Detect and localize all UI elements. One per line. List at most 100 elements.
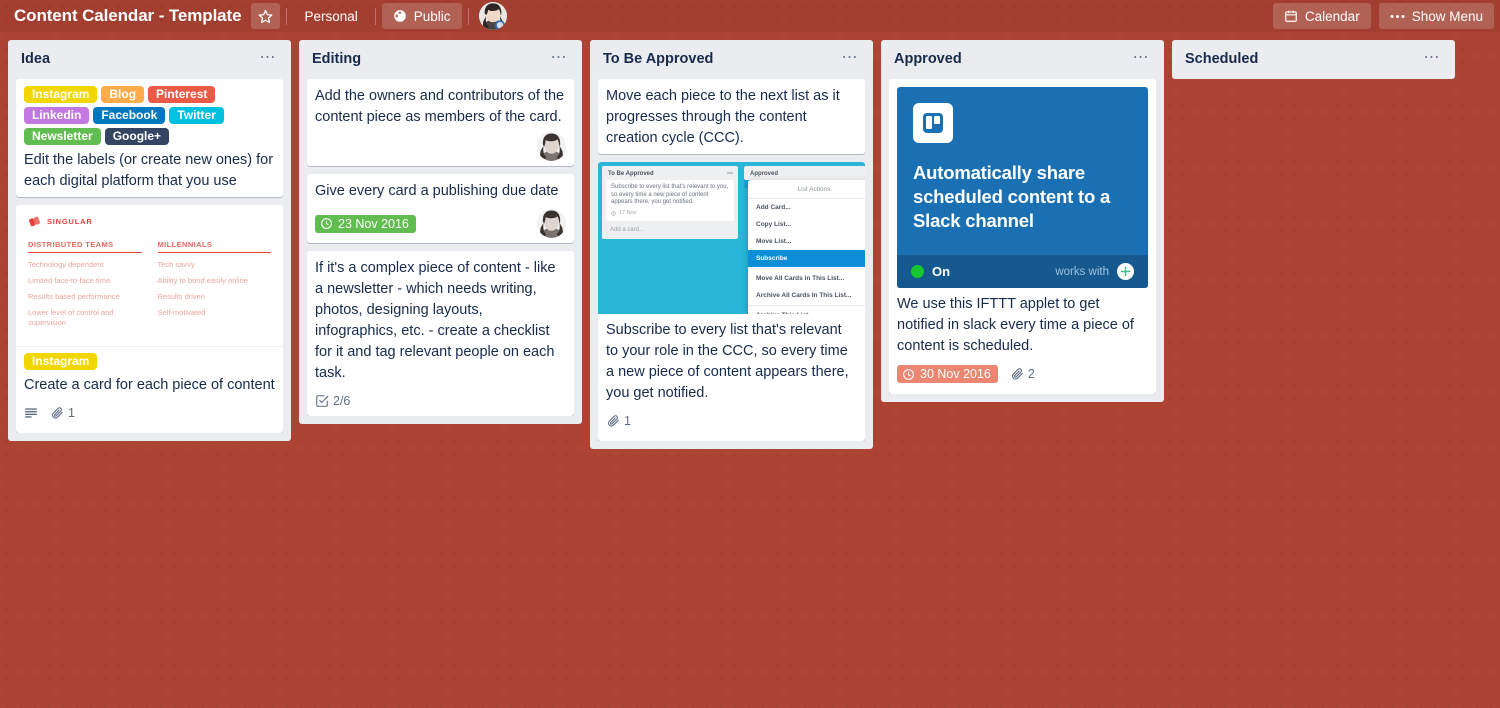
card-title: If it's a complex piece of content - lik… (315, 260, 556, 382)
nested-menu-title: List Actions × (748, 180, 865, 200)
singular-item: Ability to bond easily online (157, 276, 248, 286)
nested-due-text: 17 Nov (619, 209, 637, 216)
label-newsletter[interactable]: Newsletter (24, 128, 101, 146)
card-title: Create a card for each piece of content (24, 377, 275, 394)
globe-icon (393, 9, 407, 23)
calendar-icon (1284, 9, 1298, 23)
show-menu-button[interactable]: Show Menu (1378, 3, 1494, 29)
ifttt-footer: On works with (897, 255, 1148, 289)
attachment-count: 1 (68, 406, 75, 421)
card-badges: 1 (24, 403, 275, 423)
label-facebook[interactable]: Facebook (93, 107, 166, 125)
singular-item: Results driven (157, 292, 206, 302)
list-menu-icon[interactable]: ⋯ (547, 49, 573, 68)
card[interactable]: Move each piece to the next list as it p… (598, 79, 865, 155)
card[interactable]: To Be Approved ⋯ Subscribe to every list… (598, 162, 865, 442)
list-menu-icon[interactable]: ⋯ (1420, 49, 1446, 68)
board-header-left: Content Calendar - Template Personal Pub… (6, 2, 1273, 30)
list-cards: Move each piece to the next list as it p… (590, 79, 873, 442)
label-instagram[interactable]: Instagram (24, 86, 98, 104)
nested-menu-title-text: List Actions (797, 186, 831, 194)
label-pinterest[interactable]: Pinterest (148, 86, 216, 104)
list-approved: Approved ⋯ Automatically share scheduled… (881, 40, 1164, 403)
checklist-count: 2/6 (333, 394, 351, 409)
ifttt-applet-title: Automatically share scheduled content to… (913, 162, 1111, 232)
card-labels: Instagram Blog Pinterest Linkedin Facebo… (24, 86, 275, 146)
works-with-label: works with (1055, 265, 1109, 278)
nested-add-card: Add a card... (610, 227, 645, 234)
nested-menu-item-copy-list: Copy List... (756, 221, 792, 229)
visibility-button[interactable]: Public (381, 3, 462, 29)
list-menu-icon[interactable]: ⋯ (1129, 49, 1155, 68)
card-title: Add the owners and contributors of the c… (315, 88, 565, 126)
calendar-label: Calendar (1304, 8, 1360, 24)
team-label: Personal (304, 8, 358, 24)
card-members (315, 132, 566, 162)
card[interactable]: SINGULAR DISTRIBUTED TEAMS Technology de… (16, 205, 283, 434)
badge-due-date[interactable]: 30 Nov 2016 (897, 365, 998, 384)
card[interactable]: Instagram Blog Pinterest Linkedin Facebo… (16, 79, 283, 198)
member-avatar[interactable] (537, 209, 566, 239)
list-cards: Instagram Blog Pinterest Linkedin Facebo… (8, 79, 291, 434)
badge-attachment: 1 (50, 406, 75, 420)
label-googleplus[interactable]: Google+ (104, 128, 170, 146)
list-to-be-approved: To Be Approved ⋯ Move each piece to the … (590, 40, 873, 450)
card-title: Edit the labels (or create new ones) for… (24, 152, 274, 190)
ifttt-status-label: On (932, 264, 951, 280)
nested-menu-item-move-all-cards: Move All Cards in This List... (756, 275, 845, 283)
singular-item: Tech savvy (157, 260, 195, 270)
label-twitter[interactable]: Twitter (169, 107, 224, 125)
label-instagram[interactable]: Instagram (24, 353, 98, 371)
show-menu-label: Show Menu (1411, 8, 1483, 24)
description-icon (24, 406, 38, 420)
list-header: To Be Approved ⋯ (590, 40, 873, 79)
card[interactable]: Automatically share scheduled content to… (889, 79, 1156, 395)
ifttt-works-with: works with (1055, 263, 1134, 281)
nested-list-menu-icon: ⋯ (727, 171, 733, 178)
header-divider (374, 7, 376, 25)
header-divider (467, 7, 469, 25)
star-icon (258, 9, 273, 24)
label-blog[interactable]: Blog (101, 86, 145, 104)
avatar[interactable] (478, 2, 507, 30)
card-title: Subscribe to every list that's relevant … (606, 322, 849, 402)
singular-brand: SINGULAR (47, 217, 93, 227)
label-linkedin[interactable]: Linkedin (24, 107, 90, 125)
slack-icon (1117, 263, 1134, 281)
list-title: Approved (894, 51, 962, 67)
list-header: Idea ⋯ (8, 40, 291, 79)
board-canvas: Idea ⋯ Instagram Blog Pinterest Linkedin… (0, 32, 1500, 708)
nested-list-left: To Be Approved ⋯ Subscribe to every list… (602, 166, 738, 240)
due-date-text: 30 Nov 2016 (920, 367, 991, 382)
green-dot-icon (911, 265, 924, 279)
clock-icon (902, 368, 915, 381)
team-button[interactable]: Personal (293, 3, 368, 29)
singular-item: Technology dependent (28, 260, 104, 270)
list-menu-icon[interactable]: ⋯ (256, 49, 282, 68)
list-title: Editing (312, 51, 362, 67)
member-avatar[interactable] (537, 132, 566, 162)
list-cards: Automatically share scheduled content to… (881, 79, 1164, 395)
attachment-count: 2 (1027, 367, 1035, 382)
badge-attachment: 1 (606, 414, 631, 428)
card[interactable]: Give every card a publishing due date 23… (307, 174, 574, 244)
star-board-button[interactable] (251, 3, 281, 29)
nested-menu-item-archive-all-cards: Archive All Cards In This List... (756, 292, 852, 300)
badge-due-date[interactable]: 23 Nov 2016 (315, 214, 416, 233)
ifttt-status: On (911, 264, 950, 279)
nested-menu-divider (748, 268, 865, 270)
list-title: Idea (21, 51, 51, 67)
card-badges: 1 (606, 411, 857, 431)
clock-icon (611, 211, 616, 216)
card[interactable]: If it's a complex piece of content - lik… (307, 251, 574, 417)
singular-column-heading: DISTRIBUTED TEAMS (28, 240, 142, 254)
trello-logo-icon (913, 103, 953, 144)
card[interactable]: Add the owners and contributors of the c… (307, 79, 574, 167)
singular-logo: SINGULAR (28, 215, 271, 228)
ifttt-main: Automatically share scheduled content to… (897, 87, 1148, 255)
list-menu-icon[interactable]: ⋯ (838, 49, 864, 68)
page-title: Content Calendar - Template (14, 6, 242, 25)
calendar-button[interactable]: Calendar (1272, 3, 1371, 29)
list-title: Scheduled (1185, 51, 1259, 67)
nested-list-title: Approved (750, 170, 779, 177)
